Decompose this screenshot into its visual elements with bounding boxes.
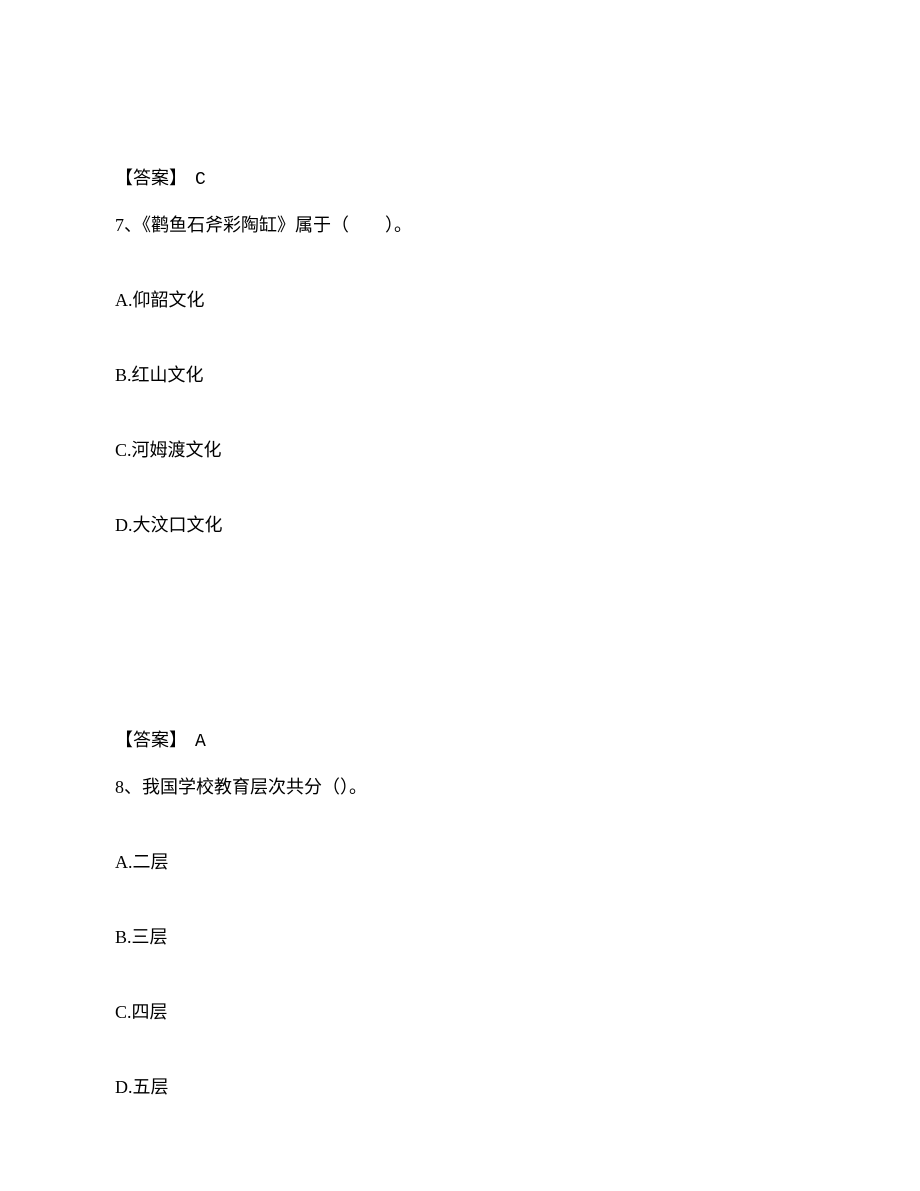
question-8-option-c: C.四层 [115, 999, 805, 1026]
question-7-option-d: D.大汶口文化 [115, 512, 805, 539]
question-7-text: 《鹳鱼石斧彩陶缸》属于（ ）。 [142, 215, 412, 235]
answer-7-value: A [195, 732, 206, 752]
question-8-number: 8、 [115, 777, 142, 797]
question-8-text: 我国学校教育层次共分（）。 [142, 777, 367, 797]
answer-6: 【答案】 C [115, 165, 805, 194]
answer-6-label: 【答案】 [115, 168, 187, 188]
answer-6-value: C [195, 170, 206, 190]
question-8-option-b: B.三层 [115, 924, 805, 951]
answer-7-label: 【答案】 [115, 730, 187, 750]
question-8-option-d: D.五层 [115, 1074, 805, 1101]
answer-7: 【答案】 A [115, 727, 805, 756]
question-8-option-a: A.二层 [115, 849, 805, 876]
question-8: 8、我国学校教育层次共分（）。 [115, 774, 805, 801]
question-7-option-a: A.仰韶文化 [115, 287, 805, 314]
question-7-option-c: C.河姆渡文化 [115, 437, 805, 464]
question-7-number: 7、 [115, 215, 142, 235]
question-7-option-b: B.红山文化 [115, 362, 805, 389]
spacer [115, 587, 805, 727]
question-7: 7、《鹳鱼石斧彩陶缸》属于（ ）。 [115, 212, 805, 239]
